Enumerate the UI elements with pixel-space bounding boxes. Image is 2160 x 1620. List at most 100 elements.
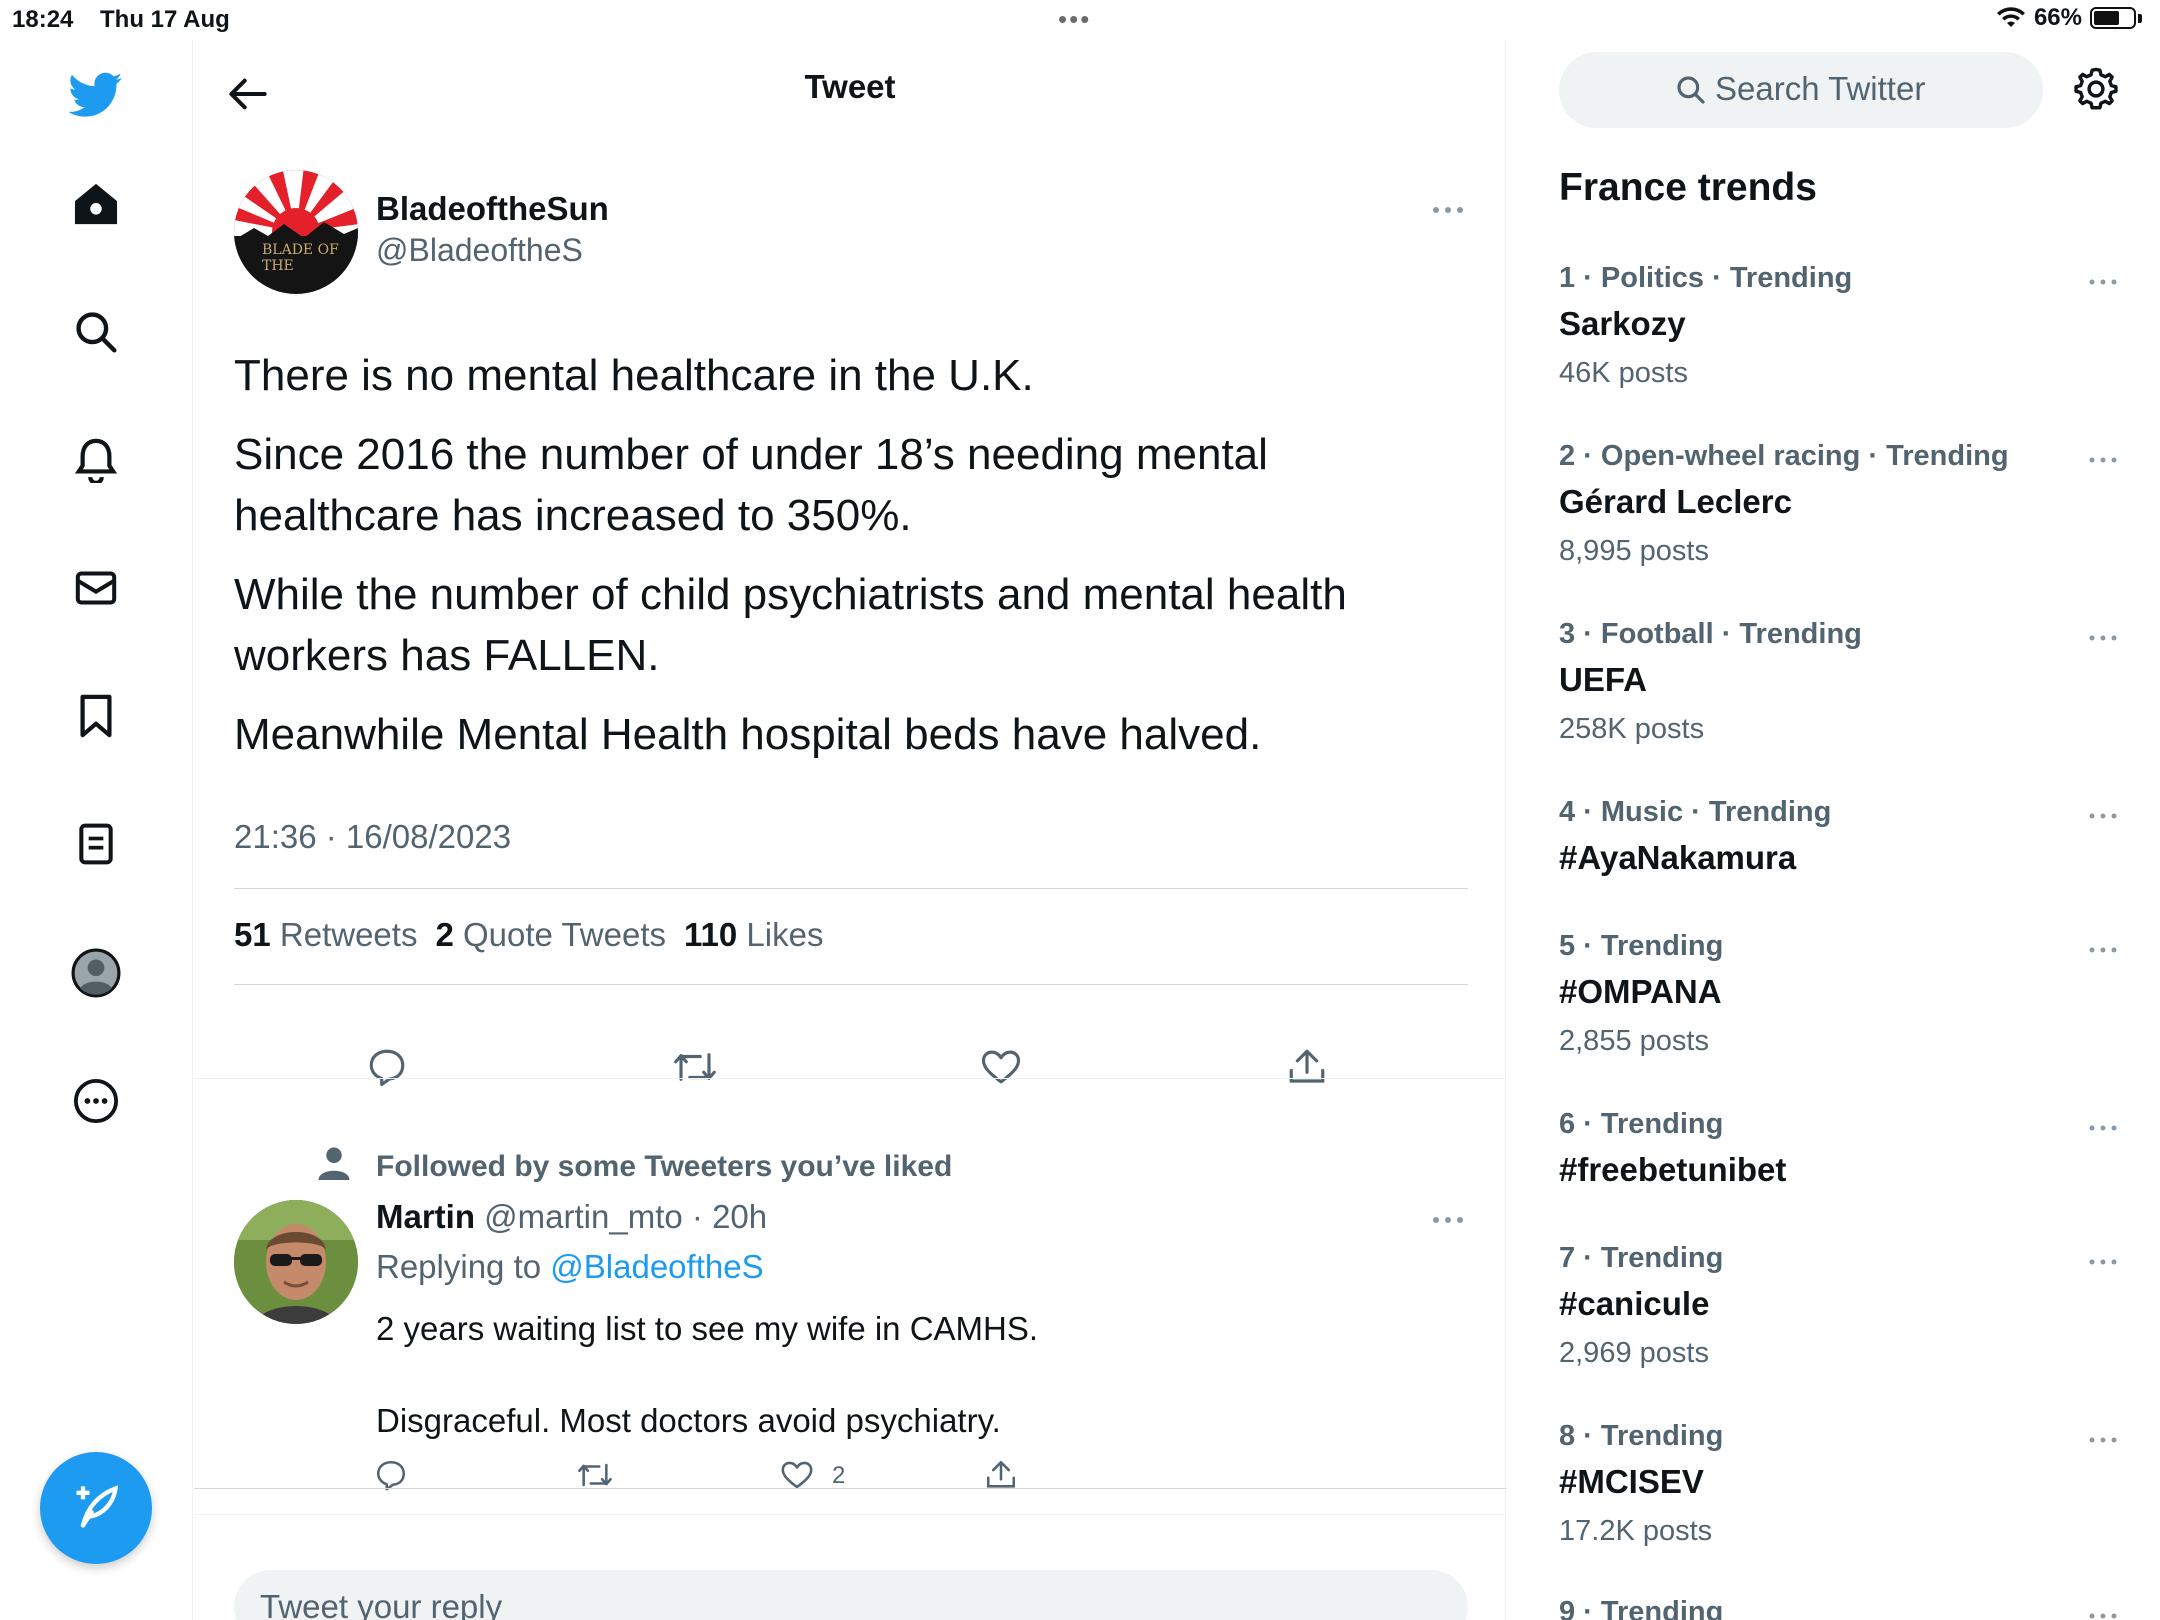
trend-item[interactable]: 8 · Trending #MCISEV 17.2K posts	[1559, 1420, 2119, 1548]
trend-item[interactable]: 9 · Trending	[1559, 1596, 2119, 1620]
reply-header: Martin @martin_mto · 20h	[376, 1198, 767, 1236]
status-bar: 18:24 Thu 17 Aug ••• 66%	[0, 0, 2160, 40]
page-title: Tweet	[804, 68, 896, 105]
tweet-timestamp[interactable]: 21:36 · 16/08/2023	[234, 818, 511, 856]
trend-count: 2,969 posts	[1559, 1337, 1709, 1369]
trend-meta: 5 · Trending	[1559, 930, 1724, 962]
bell-icon[interactable]	[66, 430, 126, 490]
retweet-icon[interactable]	[672, 1046, 718, 1088]
trend-meta: 2 · Open-wheel racing · Trending	[1559, 440, 2009, 472]
trend-meta: 9 · Trending	[1559, 1596, 1724, 1620]
trend-name: #freebetunibet	[1559, 1151, 1787, 1188]
trend-name: Sarkozy	[1559, 305, 1686, 342]
reply-author-name[interactable]: Martin	[376, 1198, 475, 1235]
search-placeholder: Search Twitter	[1715, 70, 1926, 107]
trend-item[interactable]: 4 · Music · Trending #AyaNakamura	[1559, 796, 2119, 877]
author-handle[interactable]: @BladeoftheS	[376, 232, 583, 269]
trend-more-icon[interactable]	[2087, 810, 2119, 822]
search-icon[interactable]	[66, 302, 126, 362]
tweet-text: There is no mental healthcare in the U.K…	[234, 345, 1474, 783]
trend-name: Gérard Leclerc	[1559, 483, 1792, 520]
trend-more-icon[interactable]	[2087, 1610, 2119, 1620]
twitter-logo-icon[interactable]	[66, 65, 126, 125]
gear-icon[interactable]	[2073, 66, 2119, 112]
quotes-stat[interactable]: 2 Quote Tweets	[435, 916, 666, 954]
reply-reply-icon[interactable]	[374, 1458, 408, 1492]
reply-composer[interactable]: Tweet your reply	[234, 1570, 1468, 1620]
trend-meta: 8 · Trending	[1559, 1420, 1724, 1452]
trend-meta: 3 · Football · Trending	[1559, 618, 1862, 650]
divider	[234, 888, 1468, 889]
author-name[interactable]: BladeoftheSun	[376, 190, 609, 228]
battery-percent: 66%	[2033, 4, 2082, 31]
reply-avatar[interactable]	[234, 1200, 358, 1324]
trend-more-icon[interactable]	[2087, 1434, 2119, 1446]
replying-to: Replying to @BladeoftheS	[376, 1248, 764, 1285]
reply-line: Disgraceful. Most doctors avoid psychiat…	[376, 1402, 1001, 1439]
reply-icon[interactable]	[366, 1046, 408, 1088]
trend-count: 17.2K posts	[1559, 1515, 1713, 1547]
battery-tip	[2138, 13, 2142, 23]
profile-icon[interactable]	[66, 943, 126, 1003]
trend-more-icon[interactable]	[2087, 632, 2119, 644]
trend-count: 2,855 posts	[1559, 1025, 1709, 1057]
status-date: Thu 17 Aug	[100, 6, 230, 33]
home-icon[interactable]	[66, 174, 126, 234]
left-nav	[0, 40, 193, 1620]
person-icon	[318, 1147, 350, 1180]
reply-more-icon[interactable]	[1428, 1210, 1468, 1230]
trend-more-icon[interactable]	[2087, 454, 2119, 466]
retweets-stat[interactable]: 51 Retweets	[234, 916, 417, 954]
battery-level	[2094, 11, 2120, 25]
trend-name: #OMPANA	[1559, 973, 1722, 1010]
trend-item[interactable]: 6 · Trending #freebetunibet	[1559, 1108, 2119, 1189]
reply-like-icon[interactable]	[780, 1458, 814, 1492]
replying-to-link[interactable]: @BladeoftheS	[550, 1248, 763, 1285]
trend-more-icon[interactable]	[2087, 944, 2119, 956]
tweet-more-icon[interactable]	[1428, 200, 1468, 220]
lists-icon[interactable]	[66, 814, 126, 874]
trend-count: 8,995 posts	[1559, 535, 1709, 567]
trend-more-icon[interactable]	[2087, 1122, 2119, 1134]
compose-button[interactable]	[40, 1452, 152, 1564]
trend-more-icon[interactable]	[2087, 276, 2119, 288]
trend-item[interactable]: 2 · Open-wheel racing · Trending Gérard …	[1559, 440, 2119, 568]
trend-count: 46K posts	[1559, 357, 1688, 389]
like-icon[interactable]	[980, 1046, 1022, 1088]
share-icon[interactable]	[1286, 1046, 1328, 1088]
trend-name: #AyaNakamura	[1559, 839, 1797, 876]
trend-item[interactable]: 5 · Trending #OMPANA 2,855 posts	[1559, 930, 2119, 1058]
trend-meta: 6 · Trending	[1559, 1108, 1724, 1140]
main-column: Tweet BLADE OF THE BladeoftheSun @Bladeo…	[194, 40, 1506, 1620]
reply-share-icon[interactable]	[984, 1458, 1018, 1492]
bookmark-icon[interactable]	[66, 686, 126, 746]
trend-count: 258K posts	[1559, 713, 1705, 745]
status-right: 66%	[1996, 4, 2142, 32]
divider	[194, 1078, 1506, 1079]
reply-line: 2 years waiting list to see my wife in C…	[376, 1310, 1039, 1347]
reply-text: 2 years waiting list to see my wife in C…	[376, 1306, 1038, 1490]
reply-retweet-icon[interactable]	[576, 1458, 614, 1492]
reply-time[interactable]: · 20h	[692, 1198, 767, 1235]
tweet-paragraph: Meanwhile Mental Health hospital beds ha…	[234, 710, 1262, 759]
reply-like-count: 2	[832, 1462, 846, 1489]
search-input[interactable]: Search Twitter	[1559, 52, 2043, 128]
author-avatar[interactable]: BLADE OF THE	[234, 170, 358, 294]
tweet-paragraph: While the number of child psychiatrists …	[234, 570, 1347, 680]
trend-item[interactable]: 3 · Football · Trending UEFA 258K posts	[1559, 618, 2119, 746]
mail-icon[interactable]	[66, 558, 126, 618]
divider	[194, 1488, 1506, 1489]
search-icon	[1677, 76, 1705, 104]
trend-more-icon[interactable]	[2087, 1256, 2119, 1268]
tweet-stats: 51 Retweets 2 Quote Tweets 110 Likes	[234, 916, 823, 954]
reply-author-handle[interactable]: @martin_mto	[484, 1198, 683, 1235]
trend-meta: 4 · Music · Trending	[1559, 796, 1832, 828]
trend-meta: 7 · Trending	[1559, 1242, 1724, 1274]
multitasking-dots-icon[interactable]: •••	[1058, 4, 1091, 35]
likes-stat[interactable]: 110 Likes	[684, 916, 823, 954]
battery-icon	[2090, 7, 2136, 29]
compose-icon	[76, 1485, 119, 1528]
more-circle-icon[interactable]	[66, 1071, 126, 1131]
trend-item[interactable]: 7 · Trending #canicule 2,969 posts	[1559, 1242, 2119, 1370]
trend-item[interactable]: 1 · Politics · Trending Sarkozy 46K post…	[1559, 262, 2119, 390]
